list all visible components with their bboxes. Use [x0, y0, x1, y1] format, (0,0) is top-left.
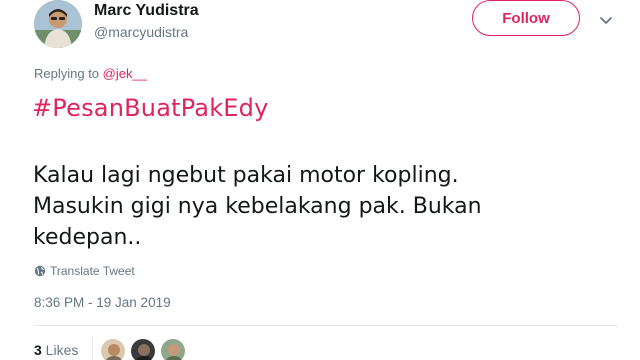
tweet-text-line: kedepan..	[33, 225, 142, 250]
replying-prefix: Replying to	[34, 66, 103, 81]
liker-avatar[interactable]	[130, 338, 156, 360]
author-avatar[interactable]	[34, 0, 82, 48]
chevron-down-icon[interactable]	[598, 12, 614, 28]
author-handle[interactable]: @marcyudistra	[94, 24, 188, 40]
divider	[34, 325, 618, 326]
tweet-text-line: Masukin gigi nya kebelakang pak. Bukan	[33, 194, 482, 219]
likes-separator	[92, 336, 93, 360]
translate-tweet-link[interactable]: Translate Tweet	[34, 264, 135, 278]
tweet-text: Kalau lagi ngebut pakai motor kopling. M…	[33, 160, 613, 253]
likes-label: Likes	[41, 342, 79, 358]
follow-button[interactable]: Follow	[472, 0, 580, 36]
author-name[interactable]: Marc Yudistra	[94, 2, 199, 20]
translate-label: Translate Tweet	[50, 264, 135, 278]
likes-count: 3	[34, 342, 42, 358]
globe-icon	[34, 265, 46, 277]
replying-to: Replying to @jek__	[34, 66, 147, 81]
hashtag-link[interactable]: #PesanBuatPakEdy	[32, 94, 269, 122]
replying-mention-link[interactable]: @jek__	[103, 66, 147, 81]
liker-avatar[interactable]	[100, 338, 126, 360]
tweet-text-line: Kalau lagi ngebut pakai motor kopling.	[33, 163, 459, 188]
liker-avatar[interactable]	[160, 338, 186, 360]
tweet-timestamp[interactable]: 8:36 PM - 19 Jan 2019	[34, 295, 171, 310]
likes-count-link[interactable]: 3 Likes	[34, 342, 78, 358]
